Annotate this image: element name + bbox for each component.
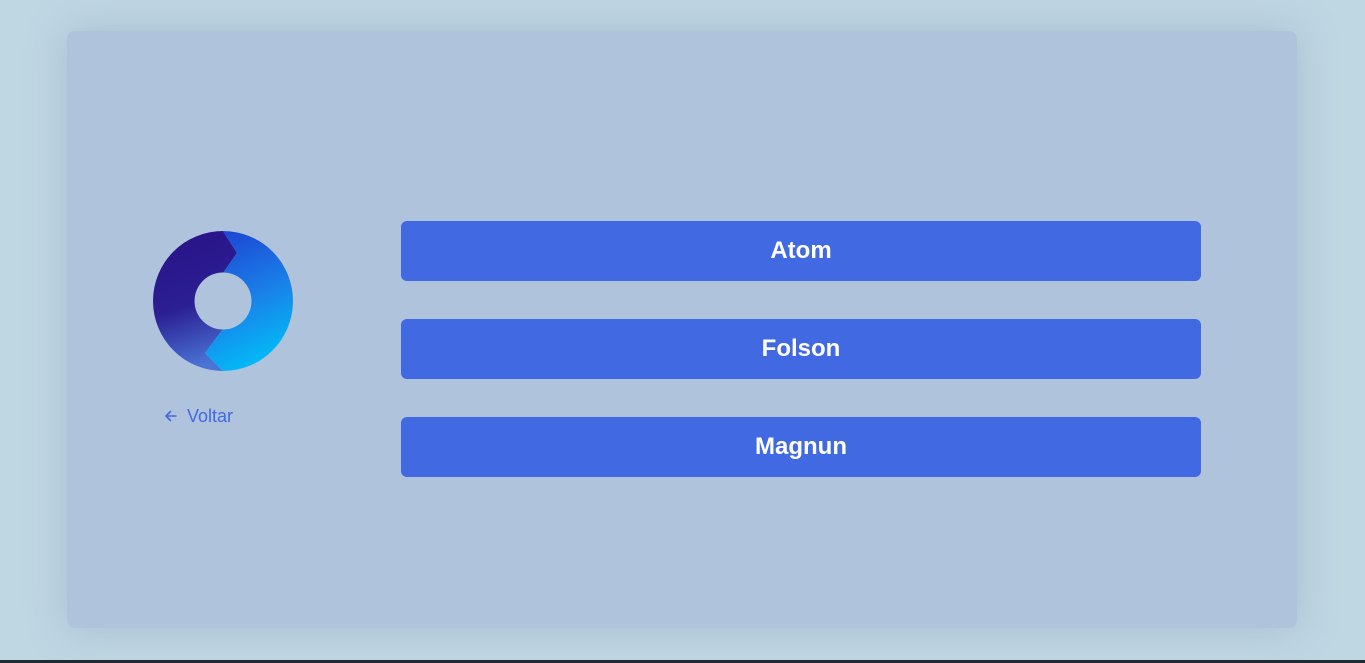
back-link-label: Voltar <box>187 405 234 426</box>
back-link[interactable]: Voltar <box>163 404 233 428</box>
option-button-atom[interactable]: Atom <box>401 221 1201 281</box>
arrow-left-icon <box>165 410 177 422</box>
option-button-folson[interactable]: Folson <box>401 319 1201 379</box>
option-button-magnun[interactable]: Magnun <box>401 417 1201 477</box>
ring-logo-icon <box>153 231 293 371</box>
